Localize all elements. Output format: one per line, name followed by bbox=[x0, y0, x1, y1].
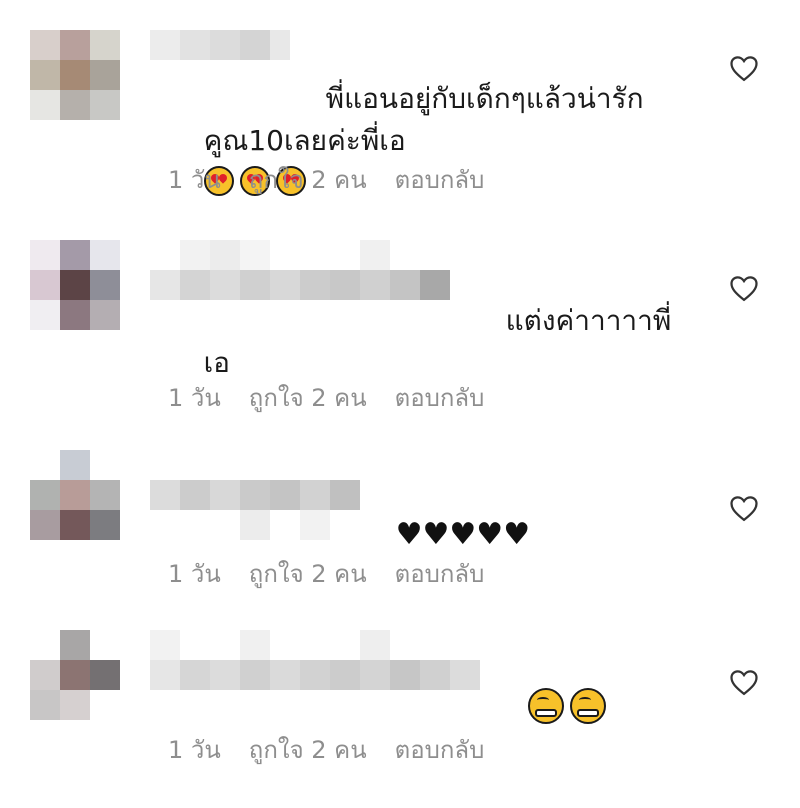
comment-time[interactable]: 1 วัน bbox=[168, 730, 221, 769]
reply-button[interactable]: ตอบกลับ bbox=[395, 730, 485, 769]
grin-emoji-icon bbox=[569, 688, 606, 724]
avatar[interactable] bbox=[30, 240, 120, 330]
like-button[interactable] bbox=[726, 50, 762, 86]
username-redacted[interactable] bbox=[150, 480, 360, 540]
comment-likes[interactable]: ถูกใจ 2 คน bbox=[249, 160, 367, 199]
comment-meta: 1 วัน ถูกใจ 2 คน ตอบกลับ bbox=[168, 554, 484, 593]
username-redacted[interactable] bbox=[150, 630, 480, 690]
like-button[interactable] bbox=[726, 664, 762, 700]
comment-likes[interactable]: ถูกใจ 2 คน bbox=[249, 730, 367, 769]
comment-time[interactable]: 1 วัน bbox=[168, 378, 221, 417]
comment-text-line2: เอ bbox=[203, 346, 230, 379]
avatar[interactable] bbox=[30, 450, 120, 540]
heart-outline-icon bbox=[730, 496, 758, 522]
black-hearts-text: ♥♥♥♥♥ bbox=[395, 517, 531, 552]
avatar[interactable] bbox=[30, 30, 120, 120]
reply-button[interactable]: ตอบกลับ bbox=[395, 160, 485, 199]
heart-outline-icon bbox=[730, 670, 758, 696]
comment-text-line2: คูณ10เลยค่ะพี่เอ bbox=[203, 124, 406, 157]
grin-emoji-icon bbox=[527, 688, 564, 724]
comment-time[interactable]: 1 วัน bbox=[168, 554, 221, 593]
like-button[interactable] bbox=[726, 270, 762, 306]
avatar[interactable] bbox=[30, 630, 120, 720]
comment-meta: 1 วัน ถูกใจ 2 คน ตอบกลับ bbox=[168, 378, 484, 417]
comment-meta: 1 วัน ถูกใจ 2 คน ตอบกลับ bbox=[168, 160, 484, 199]
comment-meta: 1 วัน ถูกใจ 2 คน ตอบกลับ bbox=[168, 730, 484, 769]
heart-outline-icon bbox=[730, 56, 758, 82]
username-redacted[interactable] bbox=[150, 240, 460, 300]
comment-item: พี่แอนอยู่กับเด็กๆแล้วน่ารัก คูณ10เลยค่ะ… bbox=[0, 0, 800, 200]
reply-button[interactable]: ตอบกลับ bbox=[395, 378, 485, 417]
comment-text bbox=[492, 646, 692, 774]
reply-button[interactable]: ตอบกลับ bbox=[395, 554, 485, 593]
comment-time[interactable]: 1 วัน bbox=[168, 160, 221, 199]
like-button[interactable] bbox=[726, 490, 762, 526]
username-redacted[interactable] bbox=[150, 30, 290, 70]
comment-likes[interactable]: ถูกใจ 2 คน bbox=[249, 554, 367, 593]
heart-outline-icon bbox=[730, 276, 758, 302]
comment-likes[interactable]: ถูกใจ 2 คน bbox=[249, 378, 367, 417]
